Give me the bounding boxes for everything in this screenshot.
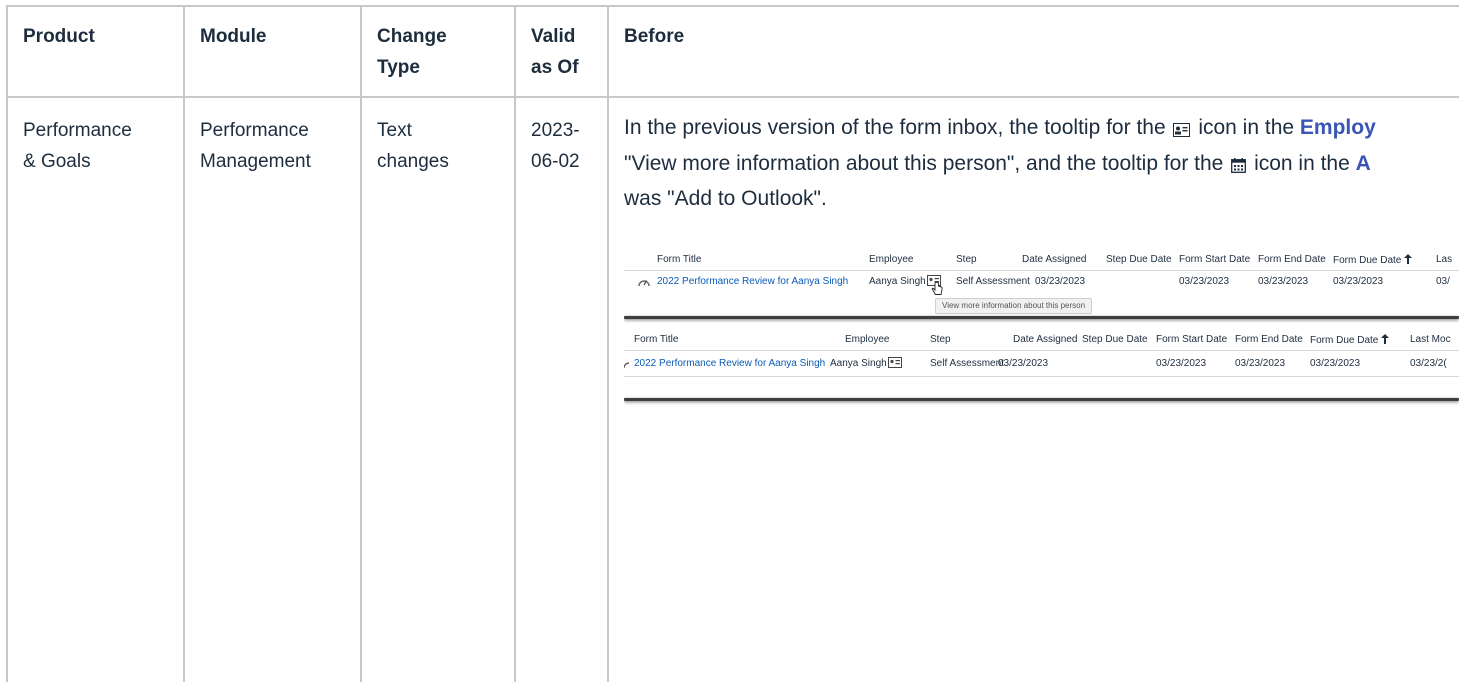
cell-change-line2: changes [377,151,449,172]
s1-header-step-due-date: Step Due Date [1106,254,1172,265]
header-valid-line1: Valid [531,26,576,47]
s2-form-end-date: 03/23/2023 [1235,358,1286,369]
cell-valid-line1: 2023- [531,120,580,141]
s1-step: Self Assessment [956,276,1030,287]
before-text-1b: icon in the [1198,116,1295,139]
cell-product-line2: & Goals [23,151,91,172]
s2-header-form-due-date-label: Form Due Date [1310,335,1379,346]
before-text-2b: icon in the [1254,151,1350,175]
s2-date-assigned: 03/23/2023 [998,358,1049,369]
before-line-2: "View more information about this person… [624,148,1459,184]
s1-form-start-date: 03/23/2023 [1179,276,1230,287]
contact-card-icon [1173,115,1191,148]
s2-header-separator [624,350,1459,351]
s1-employee: Aanya Singh [869,276,926,287]
before-text-2a: "View more information about this person… [624,151,1224,175]
s1-header-date-assigned: Date Assigned [1022,254,1087,265]
change-log-table: Product Module Change Type Valid as Of B… [0,0,1459,682]
header-valid-as-of: Valid as Of [531,21,579,83]
before-line-1: In the previous version of the form inbo… [624,112,1459,148]
column-border-valid-before [607,5,609,682]
s1-header-step: Step [956,254,977,265]
s2-header-last-modified: Last Moc [1410,334,1451,345]
s1-form-due-date: 03/23/2023 [1333,276,1384,287]
s2-header-form-end-date: Form End Date [1235,334,1303,345]
s2-employee: Aanya Singh [830,358,887,369]
s2-header-form-title: Form Title [634,334,679,345]
s2-form-due-date: 03/23/2023 [1310,358,1361,369]
column-border-left [6,5,8,682]
sort-ascending-icon [1381,334,1390,344]
screenshot2-header-row: Form Title Employee Step Date Assigned S… [624,334,1459,348]
s1-header-last-modified: Las [1436,254,1453,265]
s1-header-form-due-date-label: Form Due Date [1333,255,1402,266]
header-module: Module [200,26,267,47]
header-bottom-border [6,96,1459,98]
s2-form-start-date: 03/23/2023 [1156,358,1207,369]
s1-form-title-link[interactable]: 2022 Performance Review for Aanya Singh [657,276,848,287]
table-top-border [6,5,1459,7]
sort-ascending-icon [1404,254,1413,264]
cell-valid-line2: 06-02 [531,151,580,172]
header-before: Before [624,26,685,47]
s1-last-modified: 03/ [1436,276,1450,287]
s2-header-date-assigned: Date Assigned [1013,334,1078,345]
cell-change-line1: Text [377,120,412,141]
form-inbox-screenshot-1: Form Title Employee Step Date Assigned S… [624,248,1459,324]
header-product: Product [23,26,95,47]
s2-header-employee: Employee [845,334,890,345]
screenshot1-header-row: Form Title Employee Step Date Assigned S… [624,254,1459,268]
s2-header-form-due-date: Form Due Date [1310,334,1390,346]
s1-header-separator [624,270,1459,271]
s2-last-modified: 03/23/2( [1410,358,1447,369]
s1-header-form-title: Form Title [657,254,702,265]
gauge-icon [638,277,650,290]
s2-contact-card-icon[interactable] [888,357,902,372]
cell-product-line1: Performance [23,120,132,141]
s2-row-separator [624,376,1459,377]
header-change-type: Change Type [377,21,447,83]
cell-module-line2: Management [200,151,311,172]
cell-module: Performance Management [200,115,311,177]
cell-module-line1: Performance [200,120,309,141]
s1-bottom-shadow [624,316,1459,319]
s1-form-end-date: 03/23/2023 [1258,276,1309,287]
cell-valid-as-of: 2023- 06-02 [531,115,580,177]
s2-bottom-shadow [624,398,1459,401]
header-change-type-line2: Type [377,57,420,78]
form-inbox-screenshot-2: Form Title Employee Step Date Assigned S… [624,326,1459,406]
s1-header-form-start-date: Form Start Date [1179,254,1251,265]
cell-change-type: Text changes [377,115,449,177]
employee-column-link[interactable]: Employ [1300,116,1376,139]
before-description: In the previous version of the form inbo… [624,112,1459,216]
column-border-product-module [183,5,185,682]
s2-header-step-due-date: Step Due Date [1082,334,1148,345]
s1-date-assigned: 03/23/2023 [1035,276,1086,287]
s1-header-form-due-date: Form Due Date [1333,254,1413,266]
screenshot1-data-row[interactable]: 2022 Performance Review for Aanya Singh … [624,275,1459,295]
gauge-icon [624,359,632,372]
s2-step: Self Assessment [930,358,1004,369]
s2-header-form-start-date: Form Start Date [1156,334,1228,345]
hand-cursor-icon [931,281,943,299]
s2-form-title-link[interactable]: 2022 Performance Review for Aanya Singh [634,358,825,369]
column-border-change-valid [514,5,516,682]
before-text-1a: In the previous version of the form inbo… [624,116,1166,139]
calendar-icon [1231,151,1247,184]
s1-header-employee: Employee [869,254,914,265]
before-line-3: was "Add to Outlook". [624,187,827,210]
column-border-module-change [360,5,362,682]
employee-info-tooltip: View more information about this person [935,298,1093,314]
header-valid-line2: as Of [531,57,579,78]
s1-header-form-end-date: Form End Date [1258,254,1326,265]
actions-column-link[interactable]: A [1356,152,1371,175]
s2-header-step: Step [930,334,951,345]
screenshot2-data-row[interactable]: 2022 Performance Review for Aanya Singh … [624,357,1459,372]
cell-product: Performance & Goals [23,115,132,177]
header-change-type-line1: Change [377,26,447,47]
